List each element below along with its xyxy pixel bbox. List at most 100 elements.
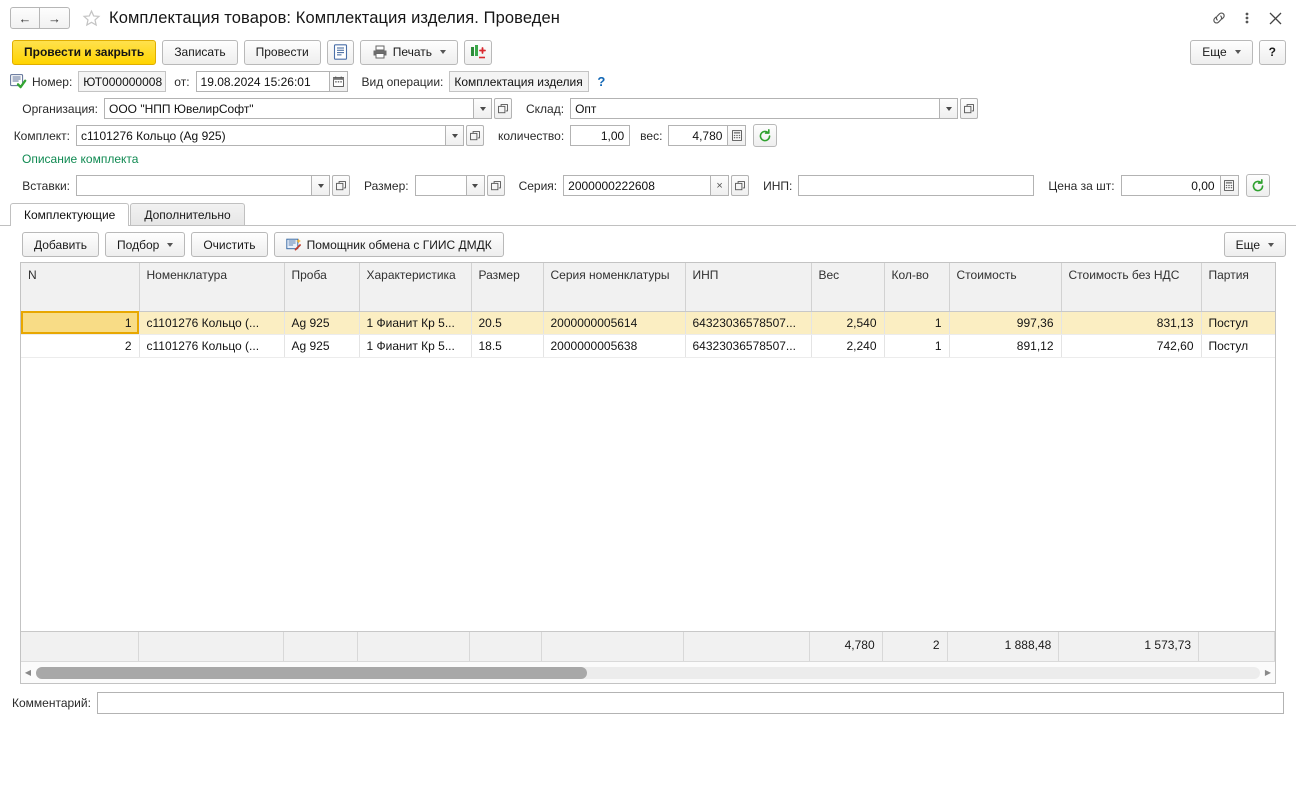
cell-party[interactable]: Постул <box>1201 311 1275 335</box>
print-button[interactable]: Печать <box>359 39 458 65</box>
cell-cost[interactable]: 997,36 <box>949 311 1062 335</box>
document-window: ← → Комплектация товаров: Комплектация и… <box>0 0 1296 786</box>
cell-nomen[interactable]: с1101276 Кольцо (... <box>139 334 285 358</box>
col-header-inp[interactable]: ИНП <box>685 263 812 312</box>
refresh-icon <box>1251 178 1265 193</box>
cell-weight[interactable]: 2,540 <box>811 311 885 335</box>
operation-help-link[interactable]: ? <box>597 74 605 89</box>
cell-cost[interactable]: 891,12 <box>949 334 1062 358</box>
warehouse-dropdown-button[interactable] <box>940 98 959 119</box>
kit-description-link[interactable]: Описание комплекта <box>10 149 138 170</box>
link-icon[interactable] <box>1206 5 1232 31</box>
cell-size[interactable]: 18.5 <box>471 334 544 358</box>
kebab-menu-icon[interactable] <box>1234 5 1260 31</box>
star-icon[interactable] <box>80 7 102 29</box>
cell-nomen[interactable]: с1101276 Кольцо (... <box>139 311 285 335</box>
cell-qty[interactable]: 1 <box>884 311 950 335</box>
col-header-costnovat[interactable]: Стоимость без НДС <box>1061 263 1202 312</box>
series-field[interactable]: 2000000222608 <box>563 175 712 196</box>
report-button[interactable] <box>326 39 354 65</box>
kit-field[interactable]: с1101276 Кольцо (Ag 925) <box>76 125 446 146</box>
cell-party[interactable]: Постул <box>1201 334 1275 358</box>
number-field[interactable]: ЮТ000000008 <box>78 71 167 92</box>
cell-inp[interactable]: 64323036578507... <box>685 311 812 335</box>
col-header-nomen[interactable]: Номенклатура <box>139 263 285 312</box>
cell-costnovat[interactable]: 831,13 <box>1061 311 1202 335</box>
date-field[interactable]: 19.08.2024 15:26:01 <box>195 71 330 92</box>
table-more-button[interactable]: Еще <box>1223 232 1286 257</box>
comment-field[interactable] <box>96 692 1284 714</box>
scroll-right-icon[interactable]: ▶ <box>1261 662 1275 684</box>
organization-open-button[interactable] <box>494 98 512 119</box>
price-field[interactable]: 0,00 <box>1120 175 1221 196</box>
col-header-weight[interactable]: Вес <box>811 263 885 312</box>
scroll-left-icon[interactable]: ◀ <box>21 662 35 684</box>
cell-proba[interactable]: Ag 925 <box>284 311 360 335</box>
tab-dopolnitelno[interactable]: Дополнительно <box>130 203 245 225</box>
weight-field[interactable]: 4,780 <box>668 125 729 146</box>
col-header-charact[interactable]: Характеристика <box>359 263 472 312</box>
add-button[interactable]: Добавить <box>22 232 100 257</box>
col-header-party[interactable]: Партия <box>1201 263 1275 312</box>
kit-open-button[interactable] <box>466 125 484 146</box>
more-button[interactable]: Еще <box>1190 39 1253 65</box>
weight-label: вес: <box>640 128 663 143</box>
help-button[interactable]: ? <box>1258 39 1286 65</box>
close-icon[interactable] <box>1262 5 1288 31</box>
forward-button[interactable]: → <box>40 7 70 29</box>
tab-komplektuyushchie[interactable]: Комплектующие <box>10 203 130 226</box>
col-header-size[interactable]: Размер <box>471 263 544 312</box>
cell-costnovat[interactable]: 742,60 <box>1061 334 1202 358</box>
col-header-cost[interactable]: Стоимость <box>949 263 1062 312</box>
exchange-button[interactable] <box>464 39 492 65</box>
table-row[interactable]: 2 с1101276 Кольцо (... Ag 925 1 Фианит К… <box>21 334 1275 358</box>
cell-weight[interactable]: 2,240 <box>811 334 885 358</box>
inserts-field[interactable] <box>76 175 312 196</box>
size-dropdown-button[interactable] <box>466 175 485 196</box>
select-button[interactable]: Подбор <box>105 232 186 257</box>
cell-qty[interactable]: 1 <box>884 334 950 358</box>
cell-n[interactable]: 2 <box>21 334 140 358</box>
cell-n[interactable]: 1 <box>21 311 140 335</box>
series-open-button[interactable] <box>731 175 750 196</box>
table-row[interactable]: 1 с1101276 Кольцо (... Ag 925 1 Фианит К… <box>21 311 1275 335</box>
clear-x-icon[interactable]: × <box>711 175 730 196</box>
col-header-series[interactable]: Серия номенклатуры <box>543 263 686 312</box>
giis-dmdk-assistant-button[interactable]: Помощник обмена с ГИИС ДМДК <box>273 232 504 257</box>
cell-inp[interactable]: 64323036578507... <box>685 334 812 358</box>
post-and-close-button[interactable]: Провести и закрыть <box>12 39 157 65</box>
inserts-open-button[interactable] <box>332 175 350 196</box>
calendar-icon[interactable] <box>329 71 348 92</box>
post-button[interactable]: Провести <box>243 39 321 65</box>
col-header-n[interactable]: N <box>21 263 140 312</box>
quantity-field[interactable]: 1,00 <box>570 125 631 146</box>
col-header-proba[interactable]: Проба <box>284 263 360 312</box>
size-field[interactable] <box>414 175 467 196</box>
scrollbar-thumb[interactable] <box>36 666 587 679</box>
back-button[interactable]: ← <box>10 7 40 29</box>
size-open-button[interactable] <box>486 175 505 196</box>
scrollbar-track[interactable] <box>36 666 1260 679</box>
cell-charact[interactable]: 1 Фианит Кр 5... <box>359 311 472 335</box>
cell-series[interactable]: 2000000005614 <box>543 311 686 335</box>
recalculate-weight-button[interactable] <box>753 124 778 147</box>
save-button[interactable]: Записать <box>162 39 238 65</box>
recalculate-price-button[interactable] <box>1245 174 1270 197</box>
clear-button[interactable]: Очистить <box>191 232 268 257</box>
cell-series[interactable]: 2000000005638 <box>543 334 686 358</box>
cell-charact[interactable]: 1 Фианит Кр 5... <box>359 334 472 358</box>
horizontal-scrollbar[interactable]: ◀ ▶ <box>21 661 1275 683</box>
warehouse-open-button[interactable] <box>960 98 979 119</box>
inserts-dropdown-button[interactable] <box>312 175 330 196</box>
kit-dropdown-button[interactable] <box>446 125 464 146</box>
cell-proba[interactable]: Ag 925 <box>284 334 360 358</box>
calculator-icon[interactable] <box>728 125 747 146</box>
calculator-icon[interactable] <box>1220 175 1239 196</box>
organization-field[interactable]: ООО "НПП ЮвелирСофт" <box>104 98 474 119</box>
col-header-qty[interactable]: Кол-во <box>884 263 950 312</box>
operation-field[interactable]: Комплектация изделия <box>449 71 590 92</box>
organization-dropdown-button[interactable] <box>474 98 492 119</box>
cell-size[interactable]: 20.5 <box>471 311 544 335</box>
inp-field[interactable] <box>798 175 1035 196</box>
warehouse-field[interactable]: Опт <box>570 98 941 119</box>
